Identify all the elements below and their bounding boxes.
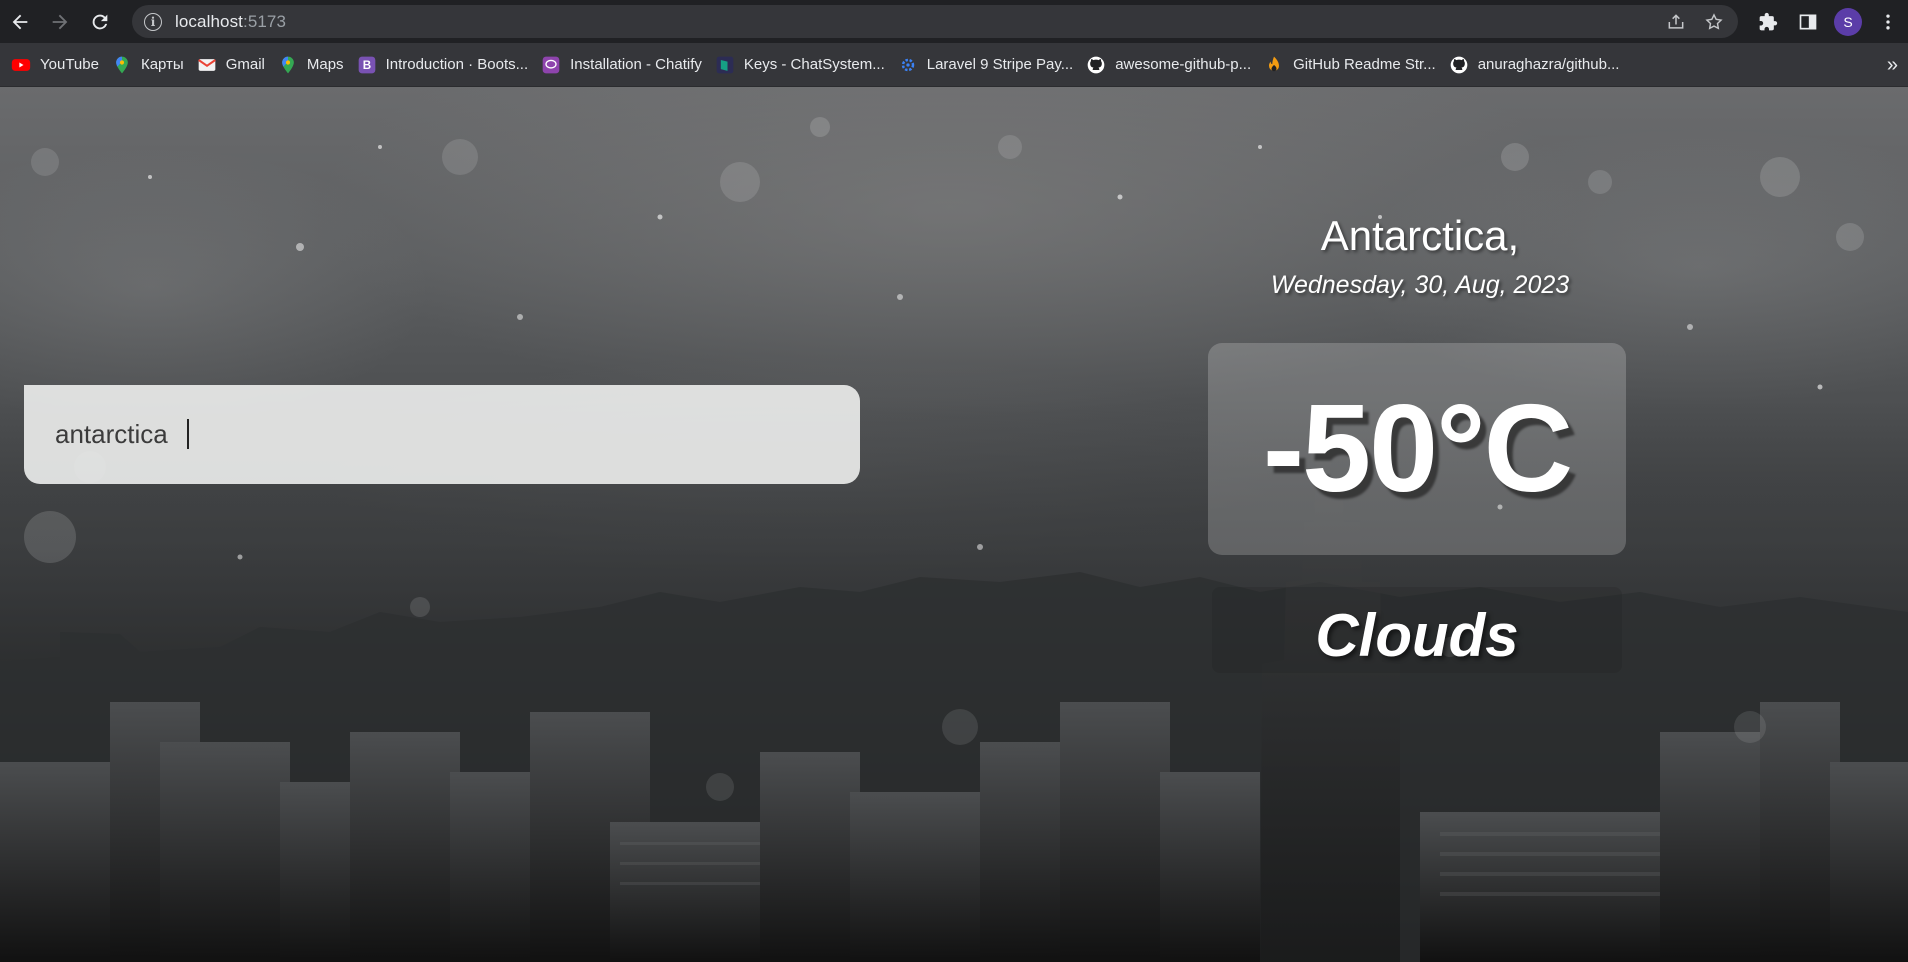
forward-button[interactable] — [40, 0, 80, 43]
puzzle-icon — [1759, 12, 1778, 30]
maps-pin-icon — [112, 55, 132, 75]
kebab-menu-icon — [1886, 14, 1890, 29]
bookmark-bootstrap[interactable]: B Introduction · Boots... — [354, 43, 539, 87]
bookmark-anuraghazra-github[interactable]: anuraghazra/github... — [1446, 43, 1630, 87]
github-icon — [1449, 55, 1469, 75]
bookmarks-bar: YouTube Карты Gmail Maps B Introduction … — [0, 43, 1908, 87]
bookmark-gmail[interactable]: Gmail — [194, 43, 275, 87]
back-button[interactable] — [0, 0, 40, 43]
temperature-value: -50°C — [1262, 380, 1573, 518]
bookmark-laravel-stripe[interactable]: Laravel 9 Stripe Pay... — [895, 43, 1083, 87]
bookmark-youtube[interactable]: YouTube — [8, 43, 109, 87]
browser-toolbar: i localhost:5173 S — [0, 0, 1908, 43]
weather-condition: Clouds — [1315, 602, 1519, 669]
star-bookmark-icon[interactable] — [1704, 12, 1724, 32]
text-caret — [187, 419, 189, 449]
reload-icon — [92, 14, 108, 29]
bookmarks-overflow-button[interactable]: » — [1887, 43, 1898, 87]
github-icon — [1086, 55, 1106, 75]
menu-button[interactable] — [1868, 0, 1908, 43]
share-icon[interactable] — [1666, 12, 1686, 32]
site-info-icon[interactable]: i — [144, 12, 162, 31]
temperature-card: -50°C — [1208, 343, 1626, 555]
keys-icon — [715, 55, 735, 75]
svg-text:B: B — [362, 59, 370, 72]
gmail-icon — [197, 55, 217, 75]
reload-button[interactable] — [80, 0, 120, 43]
current-date: Wednesday, 30, Aug, 2023 — [1270, 271, 1570, 299]
side-panel-button[interactable] — [1788, 0, 1828, 43]
avatar: S — [1834, 7, 1862, 36]
bookmark-keys-chatsystem[interactable]: Keys - ChatSystem... — [712, 43, 895, 87]
youtube-icon — [11, 55, 31, 75]
arrow-left-icon — [12, 14, 28, 29]
chat-icon — [541, 55, 561, 75]
profile-button[interactable]: S — [1828, 0, 1868, 43]
bookmark-karty[interactable]: Карты — [109, 43, 194, 87]
arrow-right-icon — [52, 14, 68, 29]
address-bar[interactable]: i localhost:5173 — [132, 5, 1738, 38]
flame-icon — [1264, 55, 1284, 75]
bookmark-maps[interactable]: Maps — [275, 43, 354, 87]
maps-pin-icon — [278, 55, 298, 75]
bootstrap-icon: B — [357, 55, 377, 75]
extensions-button[interactable] — [1748, 0, 1788, 43]
city-search-input[interactable] — [55, 419, 815, 450]
bookmark-github-readme-streak[interactable]: GitHub Readme Str... — [1261, 43, 1446, 87]
location-name: Antarctica, — [1320, 212, 1520, 259]
bookmark-awesome-github[interactable]: awesome-github-p... — [1083, 43, 1261, 87]
bookmark-chatify[interactable]: Installation - Chatify — [538, 43, 712, 87]
weather-app-page: Antarctica, Wednesday, 30, Aug, 2023 -50… — [0, 87, 1908, 962]
side-panel-icon — [1799, 14, 1817, 29]
city-search-field[interactable] — [24, 385, 860, 484]
gear-icon — [898, 55, 918, 75]
url-text: localhost:5173 — [175, 11, 287, 31]
